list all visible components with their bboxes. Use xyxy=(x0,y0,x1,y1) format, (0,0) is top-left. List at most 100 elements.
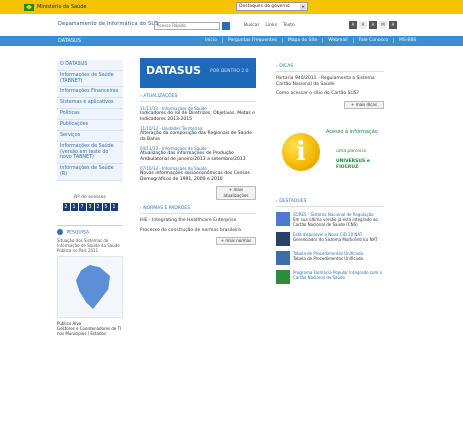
right-sidebar: DICAS Portaria 940/2011 - Regulamenta o … xyxy=(276,58,384,284)
destaque-item[interactable]: Programa Farmácia Popular Integrado com … xyxy=(276,269,384,284)
site-header: Departamento de Informática do SUS Acess… xyxy=(0,14,463,36)
font-size-a-button[interactable]: A xyxy=(349,21,357,29)
font-size-a-button[interactable]: A xyxy=(359,21,367,29)
more-normas-button[interactable]: + mais normas xyxy=(216,237,256,245)
news-text: Novas informações socioeconômicas dos Ce… xyxy=(140,171,250,182)
normas-link[interactable]: Processo de construção de normas brasile… xyxy=(140,228,256,234)
quick-access-input[interactable]: Acesso Rápido xyxy=(154,22,220,30)
nav-label: DATASUS xyxy=(58,38,81,44)
pesquisa-section: PESQUISA xyxy=(57,224,123,235)
news-item[interactable]: 11/11/13 - Informações de Saúde Indicado… xyxy=(140,106,256,122)
news-item[interactable]: 04/11/13 - Informações de Saúde Atualiza… xyxy=(140,146,256,162)
destaque-body: Gerenciador do Sistema Multicêntrico NAT xyxy=(293,236,378,242)
counter-digit: 7 xyxy=(78,202,86,211)
sidebar-item-politicas[interactable]: Políticas xyxy=(57,109,123,120)
dica-link[interactable]: Portaria 940/2011 - Regulamenta o Sistem… xyxy=(276,76,384,87)
nav-link-webmail[interactable]: Webmail xyxy=(323,38,354,43)
gov-bar: Ministério da Saúde Destaques do governo… xyxy=(0,0,463,14)
sidebar-item-financeiras[interactable]: Informações Financeiras xyxy=(57,87,123,98)
destaque-text: Programa Farmácia Popular Integrado com … xyxy=(293,270,384,284)
font-size-a-button[interactable]: A xyxy=(389,21,397,29)
dicas-heading: DICAS xyxy=(276,64,384,72)
pesquisa-text[interactable]: Situação dos Sistemas de Informação de S… xyxy=(57,238,123,253)
news-text: Indicadores do rol de Diretrizes, Objeti… xyxy=(140,111,255,122)
more-updates-button[interactable]: + mais atualizações xyxy=(216,186,256,200)
destaque-head: SORES - Sistema Nacional de Regulação xyxy=(293,211,374,217)
map-button[interactable]: M xyxy=(379,21,387,29)
acesso-title: Acesso à informação xyxy=(326,128,378,135)
pesquisa-label: PESQUISA xyxy=(66,230,90,235)
atualizacoes-heading: ATUALIZAÇÕES xyxy=(140,94,256,102)
sidebar-item-datasus[interactable]: O DATASUS xyxy=(57,60,123,71)
nav-link-mapa[interactable]: Mapa do Site xyxy=(283,38,324,43)
ministry-label: Ministério da Saúde xyxy=(37,4,87,10)
normas-heading: NORMAS E PADRÕES xyxy=(140,206,256,214)
datasus-banner[interactable]: DATASUS POR DENTRO 2.0 xyxy=(140,58,256,88)
normas-link[interactable]: IHE - Integrating the Healthcare Enterpr… xyxy=(140,218,256,224)
farmacia-thumb-icon xyxy=(276,269,290,284)
news-text: Alteração da composição das Regionais de… xyxy=(140,131,252,142)
nav-link-faq[interactable]: Perguntas Frequentes xyxy=(223,38,283,43)
cid-thumb-icon xyxy=(276,231,290,246)
destaque-item[interactable]: Tabela de Procedimentos Unificada Tabela… xyxy=(276,250,384,265)
sidebar: O DATASUS Informações de Saúde (TABNET) … xyxy=(57,60,123,336)
sidebar-item-publicacoes[interactable]: Publicações xyxy=(57,120,123,131)
header-links: Buscar Links Texto xyxy=(244,23,295,28)
nav-link-inicio[interactable]: Início xyxy=(200,38,223,43)
destaque-head: Tabela de Procedimentos Unificada xyxy=(293,250,363,256)
sidebar-item-sistemas[interactable]: Sistemas e aplicativos xyxy=(57,98,123,109)
accessibility-buttons: A A A M A xyxy=(349,21,397,29)
info-icon: i xyxy=(282,132,320,171)
brazil-map-image[interactable] xyxy=(57,256,123,318)
brazil-flag-icon xyxy=(24,3,34,11)
sidebar-item-servicos[interactable]: Serviços xyxy=(57,131,123,142)
news-text: Atualização das informações de Produção … xyxy=(140,151,246,162)
dica-link[interactable]: Como acessar o sítio do Cartão SUS? xyxy=(276,91,384,97)
caption-text: Gestores e Coordenadores de TI nos Munic… xyxy=(57,326,122,336)
page: Ministério da Saúde Destaques do governo… xyxy=(0,0,463,429)
acesso-informacao-banner[interactable]: i Acesso à informação uma parceria UNIVE… xyxy=(276,123,384,193)
brazil-map-shape xyxy=(76,265,110,309)
tabela-thumb-icon xyxy=(276,250,290,265)
header-link-links[interactable]: Links xyxy=(265,23,277,28)
acesso-partner: UNIVERSUS e FIOCRUZ xyxy=(336,158,370,170)
nav-links: Início Perguntas Frequentes Mapa do Site… xyxy=(200,38,421,43)
pesquisa-caption: Público Alvo Gestores e Coordenadores de… xyxy=(57,321,123,336)
counter-digit: 3 xyxy=(86,202,94,211)
news-item[interactable]: 11/10/13 - Unidades Territoriais Alteraç… xyxy=(140,126,256,142)
destaques-governo-select[interactable]: Destaques do governo ▾ xyxy=(236,2,308,11)
banner-subtitle: POR DENTRO 2.0 xyxy=(210,69,249,74)
counter-digit: 2 xyxy=(62,202,70,211)
destaque-text: Está disponível a Nova CID 10 NAT Gerenc… xyxy=(293,232,378,246)
search-go-button[interactable] xyxy=(222,22,230,30)
site-title[interactable]: Departamento de Informática do SUS xyxy=(58,21,159,27)
more-dicas-button[interactable]: + mais dicas xyxy=(344,100,384,109)
pesquisa-icon xyxy=(57,228,63,235)
sores-thumb-icon xyxy=(276,211,290,226)
destaque-body: Em sua última versão já está integrado a… xyxy=(293,216,378,227)
destaques-heading: DESTAQUES xyxy=(276,199,384,207)
banner-title: DATASUS xyxy=(146,64,201,77)
access-counter: 2 1 7 3 2 5 1 xyxy=(57,202,123,211)
destaque-item[interactable]: Está disponível a Nova CID 10 NAT Gerenc… xyxy=(276,231,384,246)
counter-digit: 5 xyxy=(102,202,110,211)
main-nav: DATASUS Início Perguntas Frequentes Mapa… xyxy=(0,36,463,46)
counter-digit: 1 xyxy=(70,202,78,211)
nav-link-fale-conosco[interactable]: Fale Conosco xyxy=(354,38,395,43)
ministry-brand[interactable]: Ministério da Saúde xyxy=(24,3,87,11)
sidebar-item-informacoes-r[interactable]: Informações de Saúde (R) xyxy=(57,163,123,181)
sidebar-item-tabnet-teste[interactable]: Informações de Saúde (versão em teste do… xyxy=(57,142,123,164)
header-link-buscar[interactable]: Buscar xyxy=(244,23,259,28)
font-size-a-button[interactable]: A xyxy=(369,21,377,29)
header-link-texto[interactable]: Texto xyxy=(283,23,295,28)
acesso-subtitle: uma parceria xyxy=(336,148,366,154)
counter-digit: 2 xyxy=(94,202,102,211)
destaque-text: SORES - Sistema Nacional de Regulação Em… xyxy=(293,212,384,227)
main-content: DATASUS POR DENTRO 2.0 ATUALIZAÇÕES 11/1… xyxy=(140,58,256,245)
nav-link-ms-bbs[interactable]: MS-BBS xyxy=(394,38,421,43)
sidebar-item-tabnet[interactable]: Informações de Saúde (TABNET) xyxy=(57,71,123,87)
destaque-item[interactable]: SORES - Sistema Nacional de Regulação Em… xyxy=(276,211,384,227)
chevron-down-icon: ▾ xyxy=(300,4,306,10)
news-item[interactable]: 07/10/13 - Informações de Saúde Novas in… xyxy=(140,166,256,182)
counter-digit: 1 xyxy=(110,202,118,211)
